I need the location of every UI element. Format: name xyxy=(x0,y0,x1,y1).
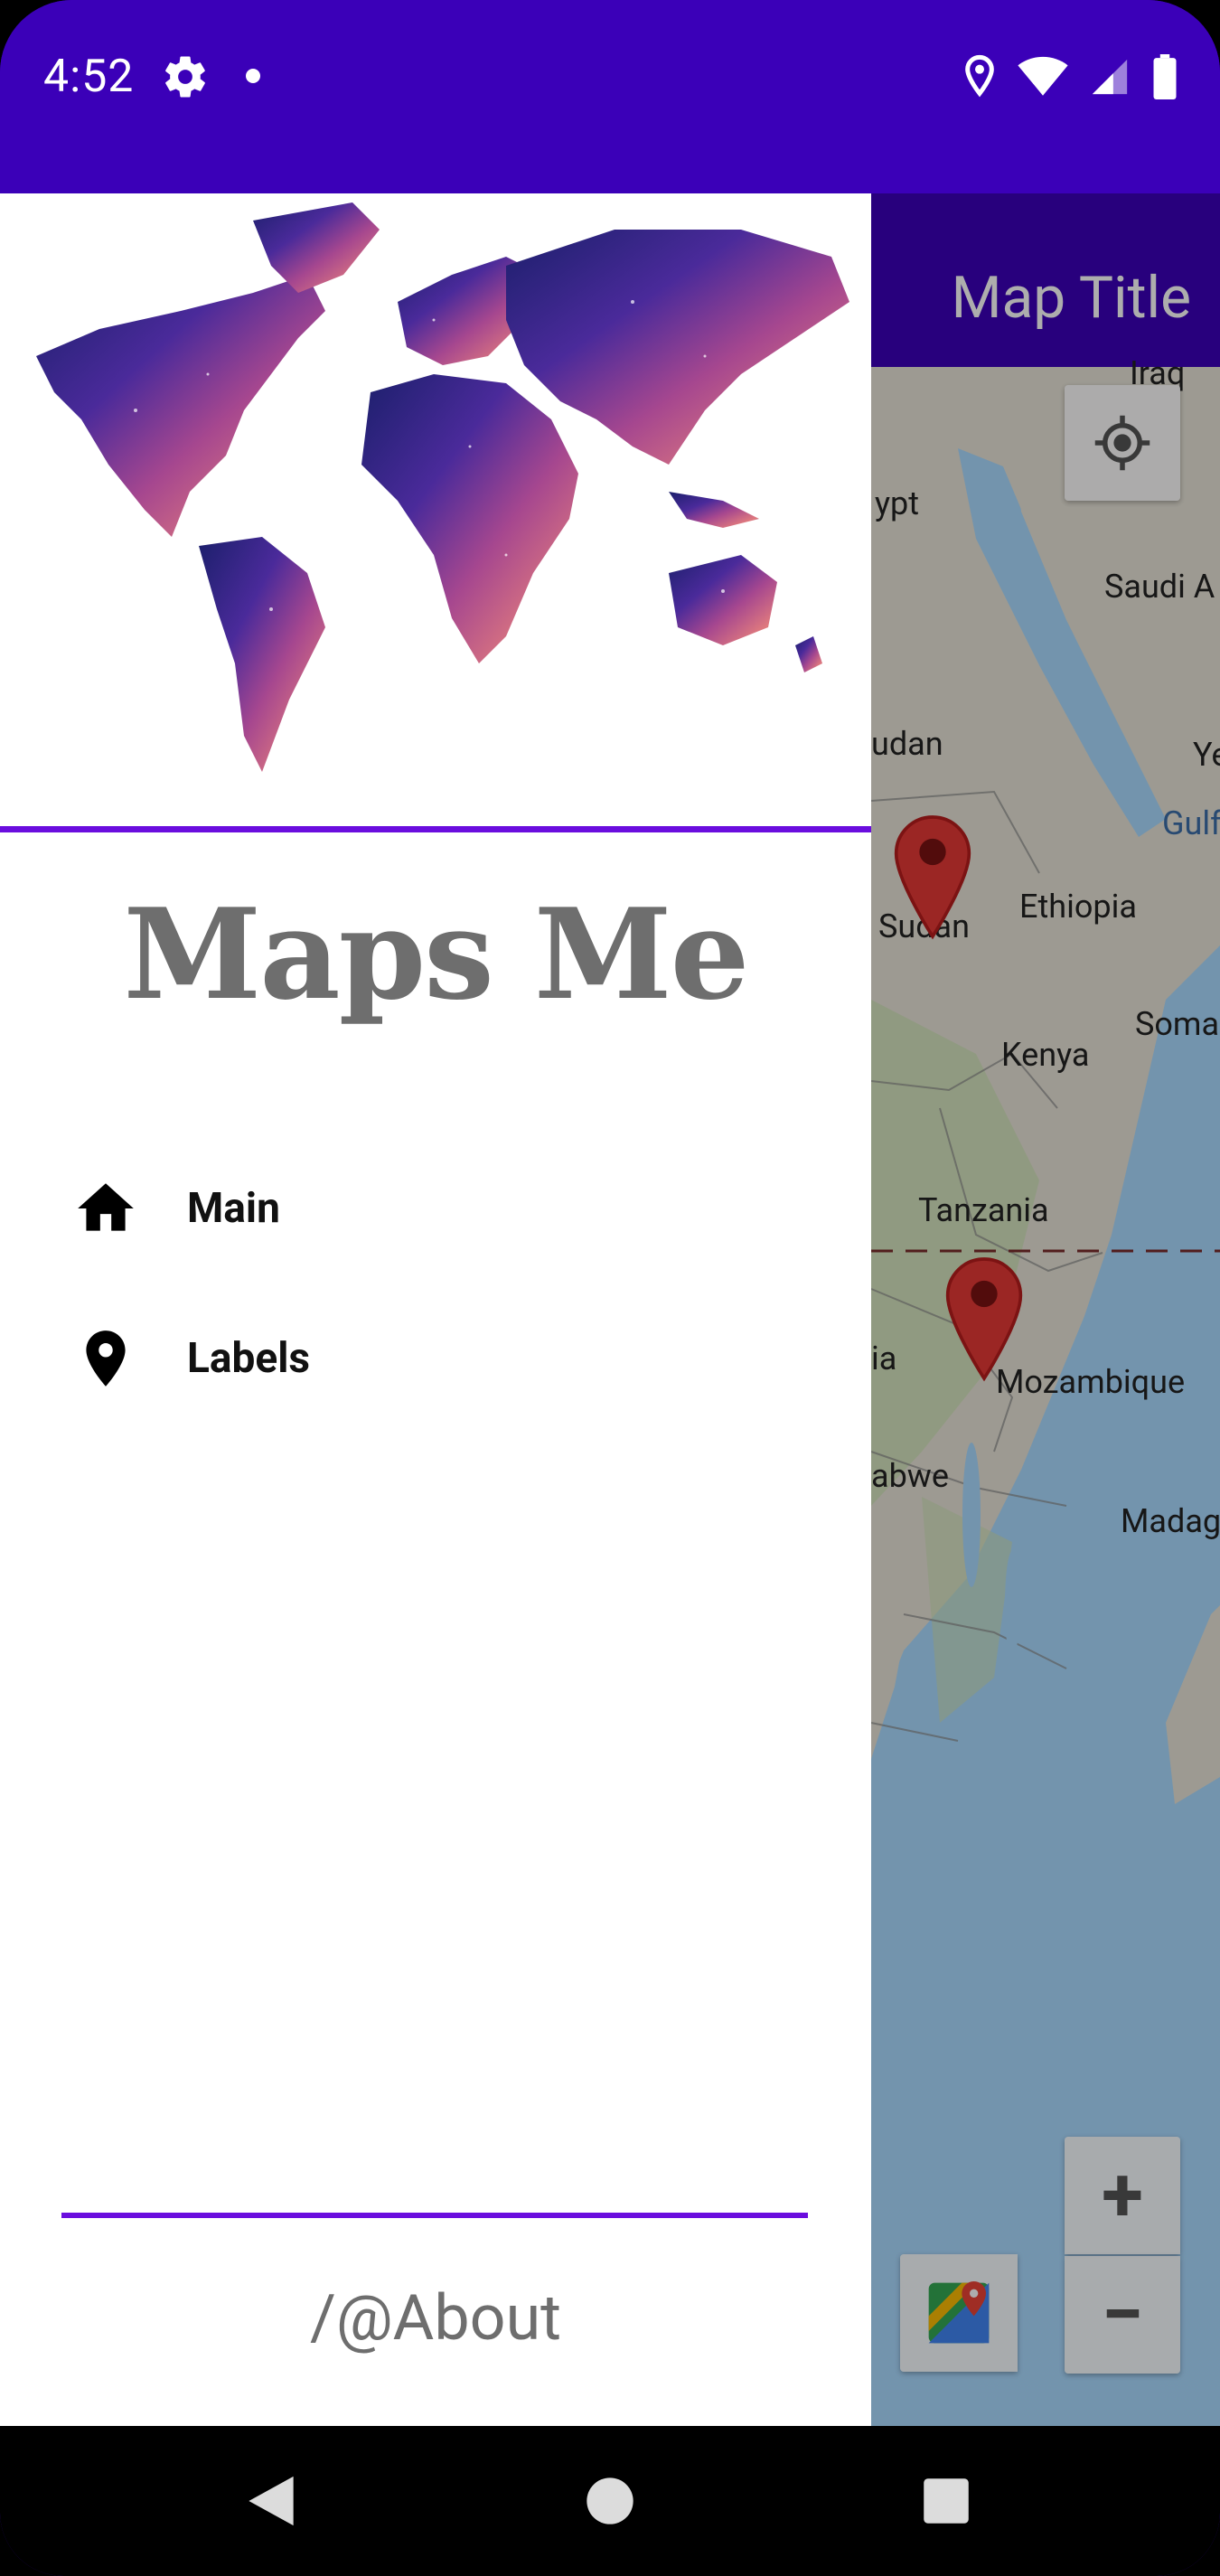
zoom-out-button[interactable]: − xyxy=(1065,2256,1180,2374)
system-navigation-bar xyxy=(0,2426,1220,2576)
recents-icon[interactable] xyxy=(922,2477,971,2525)
map-marker-icon[interactable] xyxy=(893,813,972,940)
map-label: udan xyxy=(871,725,943,763)
back-icon[interactable] xyxy=(244,2472,298,2530)
battery-icon xyxy=(1153,54,1177,99)
status-bar: 4:52 xyxy=(0,0,1220,193)
home-circle-icon[interactable] xyxy=(585,2476,635,2526)
drawer-item-labels[interactable]: Labels xyxy=(0,1291,871,1426)
map-label: Mozambique xyxy=(996,1363,1186,1401)
map-label: ypt xyxy=(875,484,920,522)
drawer-item-main[interactable]: Main xyxy=(0,1141,871,1276)
map-label: Soma xyxy=(1135,1005,1220,1043)
map-label: Gulf xyxy=(1162,804,1220,842)
home-icon xyxy=(78,1183,134,1231)
map-label: ia xyxy=(871,1340,897,1377)
drawer-item-label: Labels xyxy=(187,1334,311,1383)
phone-screen: 4:52 Map Title Iraq ypt Saudi A udan Y G… xyxy=(0,0,1220,2576)
about-link[interactable]: /@About xyxy=(0,2281,871,2355)
location-icon xyxy=(965,54,994,98)
header-divider xyxy=(0,826,871,832)
drawer-item-label: Main xyxy=(187,1184,280,1233)
notification-dot-icon xyxy=(246,69,260,83)
zoom-out-label: − xyxy=(1101,2270,1144,2359)
footer-divider xyxy=(61,2213,808,2218)
signal-icon xyxy=(1092,59,1128,95)
map-marker-icon[interactable] xyxy=(944,1255,1024,1382)
open-in-maps-button[interactable] xyxy=(900,2254,1018,2372)
gear-icon xyxy=(165,56,205,98)
my-location-button[interactable] xyxy=(1065,385,1180,501)
status-icons xyxy=(962,52,1178,101)
app-name: Maps Me xyxy=(123,880,750,1028)
google-maps-icon xyxy=(928,2281,990,2344)
my-location-icon xyxy=(1094,415,1150,471)
map-label: abwe xyxy=(871,1457,949,1495)
map-title: Map Title xyxy=(951,264,1191,332)
navigation-drawer: Maps Me Main Labels /@About xyxy=(0,193,871,2426)
zoom-in-label: + xyxy=(1102,2150,1143,2240)
zoom-in-button[interactable]: + xyxy=(1065,2137,1180,2254)
map-label: Tanzania xyxy=(918,1191,1049,1229)
map-label: Ye xyxy=(1193,736,1220,774)
map-label: Ethiopia xyxy=(1019,888,1137,926)
map-label: Kenya xyxy=(1001,1036,1090,1074)
wifi-icon xyxy=(1018,56,1068,96)
map-label: Saudi A xyxy=(1104,568,1215,606)
status-time: 4:52 xyxy=(43,51,135,103)
location-pin-icon xyxy=(86,1330,126,1387)
world-map-image xyxy=(36,202,849,772)
map-label: Madag xyxy=(1121,1502,1220,1540)
